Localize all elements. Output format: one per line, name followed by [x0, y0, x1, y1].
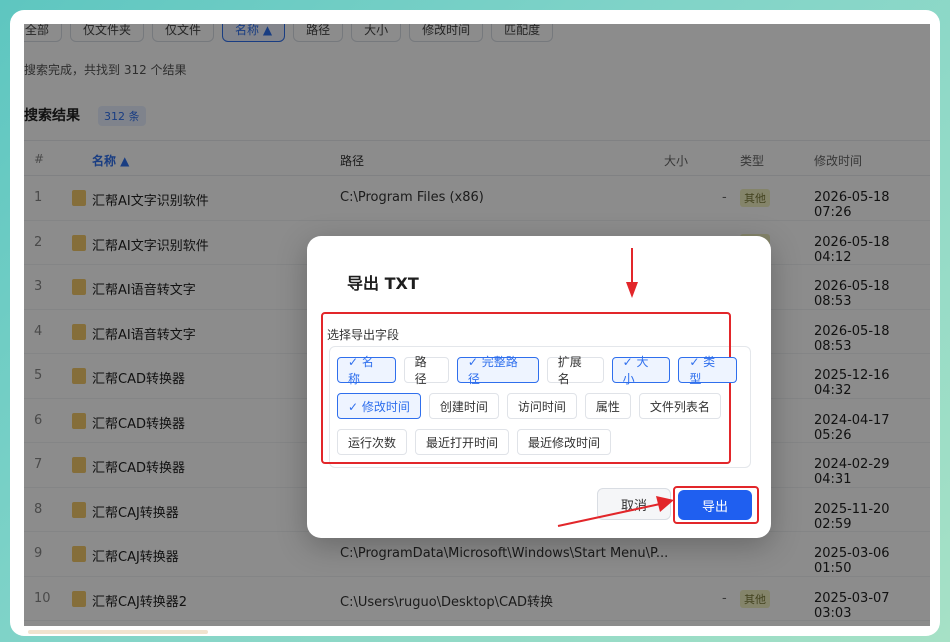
field-toggle[interactable]: 创建时间 — [428, 393, 499, 419]
dialog-title: 导出 TXT — [347, 274, 419, 293]
field-toggle[interactable]: 最近打开时间 — [415, 429, 510, 455]
field-toggle[interactable]: ✓ 修改时间 — [337, 393, 421, 419]
field-toggle[interactable]: 文件列表名 — [638, 393, 721, 419]
annotation-arrow-icon — [557, 496, 674, 527]
field-toggle[interactable]: 访问时间 — [506, 393, 577, 419]
field-tag-row: 运行次数 最近打开时间 最近修改时间 — [337, 429, 737, 455]
bottom-accent-strip — [28, 630, 208, 634]
field-toggle[interactable]: 最近修改时间 — [517, 429, 612, 455]
fields-label: 选择导出字段 — [327, 328, 400, 342]
field-toggle[interactable]: 属性 — [584, 393, 631, 419]
field-tag-row: ✓ 修改时间 创建时间 访问时间 属性 文件列表名 — [337, 393, 737, 419]
field-toggle[interactable]: ✓ 完整路径 — [456, 355, 539, 386]
field-toggle[interactable]: 运行次数 — [337, 429, 408, 455]
field-toggle[interactable]: 路径 — [403, 355, 449, 386]
export-txt-dialog: 导出 TXT 选择导出字段 ✓ 名称 路径 ✓ 完整路径 扩展名 ✓ 大小 ✓ 类型 ✓ 修… — [307, 236, 771, 538]
annotation-arrow-icon — [626, 248, 638, 298]
field-tag-row: ✓ 名称 路径 ✓ 完整路径 扩展名 ✓ 大小 ✓ 类型 — [337, 355, 737, 386]
field-toggle[interactable]: ✓ 类型 — [678, 355, 737, 386]
field-toggle[interactable]: ✓ 大小 — [611, 355, 671, 386]
field-toggle[interactable]: 扩展名 — [546, 355, 604, 386]
field-tags: ✓ 名称 路径 ✓ 完整路径 扩展名 ✓ 大小 ✓ 类型 ✓ 修改时间 创建时间 访问时间 属性文… — [337, 355, 737, 465]
field-toggle[interactable]: ✓ 名称 — [337, 355, 396, 386]
export-button[interactable]: 导出 — [678, 490, 752, 520]
